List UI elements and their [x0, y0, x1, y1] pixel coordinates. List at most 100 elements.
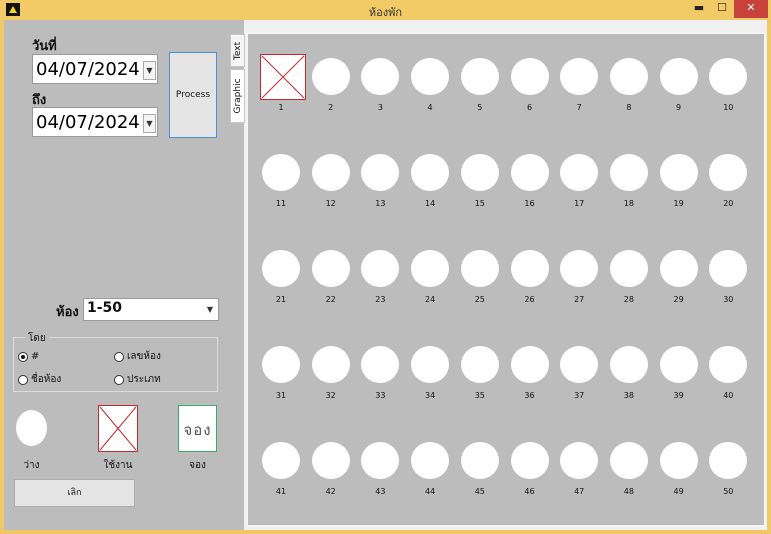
room-number: 49 [673, 487, 684, 496]
room-item[interactable]: 28 [608, 246, 650, 308]
room-item[interactable]: 46 [509, 438, 551, 500]
room-item[interactable]: 23 [359, 246, 401, 308]
room-free-icon [361, 58, 400, 95]
room-number: 42 [325, 487, 336, 496]
room-item[interactable]: 31 [260, 342, 302, 404]
chevron-down-icon[interactable]: ▼ [203, 300, 217, 319]
room-item[interactable]: 20 [707, 150, 749, 212]
room-item[interactable]: 2 [310, 54, 352, 116]
chevron-down-icon[interactable]: ▼ [143, 114, 156, 133]
room-free-icon [609, 154, 648, 191]
maximize-button[interactable]: ☐ [711, 0, 733, 18]
process-button[interactable]: Process [169, 52, 217, 138]
room-number: 8 [626, 103, 632, 112]
cancel-button[interactable]: เลิก [14, 479, 135, 507]
room-free-icon [709, 442, 748, 479]
room-number: 45 [474, 487, 485, 496]
room-item[interactable]: 47 [558, 438, 600, 500]
from-date-label: วันที่ [32, 39, 57, 54]
room-free-icon [510, 154, 549, 191]
tab-text[interactable]: Text [230, 34, 245, 67]
room-item[interactable]: 5 [459, 54, 501, 116]
room-item[interactable]: 7 [558, 54, 600, 116]
tab-graphic[interactable]: Graphic [230, 69, 245, 123]
room-item[interactable]: 33 [359, 342, 401, 404]
room-free-icon [411, 346, 450, 383]
room-item[interactable]: 3 [359, 54, 401, 116]
room-item[interactable]: 35 [459, 342, 501, 404]
room-item[interactable]: 39 [658, 342, 700, 404]
room-free-icon [262, 442, 300, 479]
minimize-button[interactable]: ▬ [688, 0, 710, 18]
title-bar[interactable]: ห้องพัก ▬ ☐ ✕ [0, 0, 771, 20]
room-number: 27 [574, 295, 585, 304]
room-item[interactable]: 38 [608, 342, 650, 404]
room-item[interactable]: 14 [409, 150, 451, 212]
room-item[interactable]: 45 [459, 438, 501, 500]
room-item[interactable]: 26 [509, 246, 551, 308]
room-item[interactable]: 29 [658, 246, 700, 308]
room-number: 16 [524, 199, 535, 208]
room-item[interactable]: 32 [310, 342, 352, 404]
room-number: 7 [576, 103, 582, 112]
room-free-icon [311, 154, 350, 191]
to-date-picker[interactable]: 04/07/2024 ▼ [32, 107, 158, 137]
room-number: 26 [524, 295, 535, 304]
room-number: 25 [474, 295, 485, 304]
room-item[interactable]: 36 [509, 342, 551, 404]
room-item[interactable]: 42 [310, 438, 352, 500]
room-number: 6 [526, 103, 533, 112]
room-item[interactable]: 17 [558, 150, 600, 212]
room-number: 14 [425, 199, 436, 208]
room-item[interactable]: 27 [558, 246, 600, 308]
room-range-value: 1-50 [87, 300, 123, 316]
room-item[interactable]: 15 [459, 150, 501, 212]
room-item[interactable]: 6 [509, 54, 551, 116]
room-item[interactable]: 30 [707, 246, 749, 308]
from-date-picker[interactable]: 04/07/2024 ▼ [32, 54, 158, 84]
room-item[interactable]: 11 [260, 150, 302, 212]
room-item[interactable]: 13 [359, 150, 401, 212]
room-item[interactable]: 24 [409, 246, 451, 308]
room-item[interactable]: 16 [509, 150, 551, 212]
room-item[interactable]: 50 [707, 438, 749, 500]
room-item[interactable]: 18 [608, 150, 650, 212]
room-item[interactable]: 44 [409, 438, 451, 500]
room-free-icon [411, 58, 450, 95]
room-number: 43 [375, 487, 386, 496]
room-number: 34 [425, 391, 436, 400]
room-item[interactable]: 37 [558, 342, 600, 404]
room-item[interactable]: 41 [260, 438, 302, 500]
chevron-down-icon[interactable]: ▼ [143, 61, 156, 80]
room-item[interactable]: 48 [608, 438, 650, 500]
room-item[interactable]: 1 [260, 54, 306, 116]
room-item[interactable]: 21 [260, 246, 302, 308]
legend-used-label: ใช้งาน [103, 460, 133, 471]
room-item[interactable]: 19 [658, 150, 700, 212]
room-free-icon [659, 346, 698, 383]
room-item[interactable]: 34 [409, 342, 451, 404]
room-item[interactable]: 22 [310, 246, 352, 308]
room-item[interactable]: 40 [707, 342, 749, 404]
room-item[interactable]: 10 [707, 54, 749, 116]
room-free-icon [510, 250, 549, 287]
room-item[interactable]: 4 [409, 54, 451, 116]
room-free-icon [311, 346, 350, 383]
room-item[interactable]: 12 [310, 150, 352, 212]
room-item[interactable]: 49 [658, 438, 700, 500]
room-free-icon [609, 346, 648, 383]
room-item[interactable]: 25 [459, 246, 501, 308]
client-area: วันที่ 04/07/2024 ▼ ถึง 04/07/2024 ▼ Pro… [4, 20, 767, 530]
room-item[interactable]: 8 [608, 54, 650, 116]
room-free-icon [659, 250, 698, 287]
room-free-icon [361, 442, 400, 479]
room-number: 32 [325, 391, 336, 400]
room-free-icon [411, 250, 450, 287]
room-item[interactable]: 43 [359, 438, 401, 500]
close-button[interactable]: ✕ [734, 0, 768, 18]
room-free-icon [361, 346, 400, 383]
room-item[interactable]: 9 [658, 54, 700, 116]
radio-icon [18, 375, 28, 385]
room-range-select[interactable]: 1-50 ▼ [83, 298, 219, 321]
room-number: 21 [275, 295, 287, 304]
